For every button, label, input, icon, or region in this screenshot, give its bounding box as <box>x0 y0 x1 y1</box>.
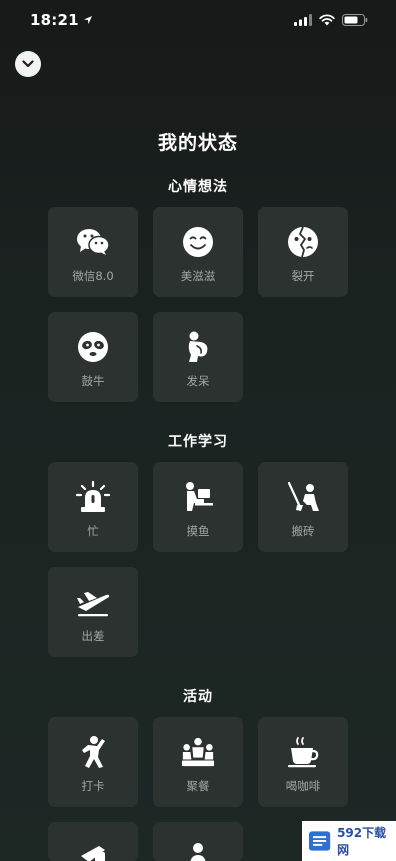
coffee-cup-icon <box>288 737 319 768</box>
tile-label: 微信8.0 <box>72 269 114 283</box>
status-tile-daze[interactable]: 发呆 <box>153 312 243 402</box>
mood-grid: 微信8.0 美滋滋 裂开 鼓牛 发呆 <box>48 207 350 402</box>
signal-icon <box>294 14 312 26</box>
desk-person-icon <box>186 482 213 511</box>
status-tile-trip[interactable]: 出差 <box>48 567 138 657</box>
group-dining-icon <box>181 737 215 767</box>
status-tile-panda[interactable]: 鼓牛 <box>48 312 138 402</box>
page-title: 我的状态 <box>157 132 238 154</box>
chevron-down-icon <box>22 60 34 68</box>
work-grid: 忙 摸鱼 搬砖 出差 <box>48 462 350 657</box>
location-arrow-icon <box>83 16 92 24</box>
tile-label: 出差 <box>81 629 105 643</box>
section-title-work: 工作学习 <box>168 434 228 450</box>
tile-label: 发呆 <box>186 374 210 388</box>
collapse-button[interactable] <box>15 51 41 77</box>
tile-label: 喝咖啡 <box>285 779 321 793</box>
alarm-light-icon <box>76 481 110 512</box>
watermark-logo-icon <box>308 831 331 851</box>
runner-icon <box>82 736 105 768</box>
status-tile-cracked[interactable]: 裂开 <box>258 207 348 297</box>
tile-label: 摸鱼 <box>186 524 210 538</box>
tile-label: 忙 <box>87 524 99 538</box>
dazed-figure-icon <box>188 331 208 362</box>
tile-label: 美滋滋 <box>180 269 216 283</box>
clock: 18:21 <box>30 11 93 29</box>
status-tile-happy[interactable]: 美滋滋 <box>153 207 243 297</box>
status-tile-partial-1[interactable] <box>48 822 138 861</box>
wifi-icon <box>319 14 335 26</box>
status-tile-grind[interactable]: 搬砖 <box>258 462 348 552</box>
status-bar: 18:21 <box>0 0 396 40</box>
tile-label: 搬砖 <box>291 524 315 538</box>
hand-sign-icon <box>81 846 105 861</box>
status-tile-slacking[interactable]: 摸鱼 <box>153 462 243 552</box>
watermark-badge: 592下载网 <box>302 821 396 861</box>
status-tile-busy[interactable]: 忙 <box>48 462 138 552</box>
tile-label: 裂开 <box>291 269 315 283</box>
battery-icon <box>342 14 368 26</box>
status-tile-checkin[interactable]: 打卡 <box>48 717 138 807</box>
tile-label: 鼓牛 <box>81 374 105 388</box>
status-icons <box>294 14 368 26</box>
status-tile-wechat[interactable]: 微信8.0 <box>48 207 138 297</box>
wechat-icon <box>77 229 110 255</box>
status-time: 18:21 <box>30 11 79 29</box>
tile-label: 聚餐 <box>186 779 210 793</box>
smile-icon <box>183 227 213 257</box>
watermark-text: 592下载网 <box>337 826 387 857</box>
section-title-activity: 活动 <box>183 689 213 705</box>
status-tile-coffee[interactable]: 喝咖啡 <box>258 717 348 807</box>
status-tile-partial-2[interactable] <box>153 822 243 861</box>
panda-face-icon <box>78 332 108 362</box>
airplane-icon <box>77 592 110 617</box>
shovel-person-icon <box>287 481 319 511</box>
tile-label: 打卡 <box>81 779 105 793</box>
section-title-mood: 心情想法 <box>168 179 228 195</box>
status-tile-dinner[interactable]: 聚餐 <box>153 717 243 807</box>
figure-icon <box>190 843 206 861</box>
cracked-face-icon <box>288 226 318 258</box>
